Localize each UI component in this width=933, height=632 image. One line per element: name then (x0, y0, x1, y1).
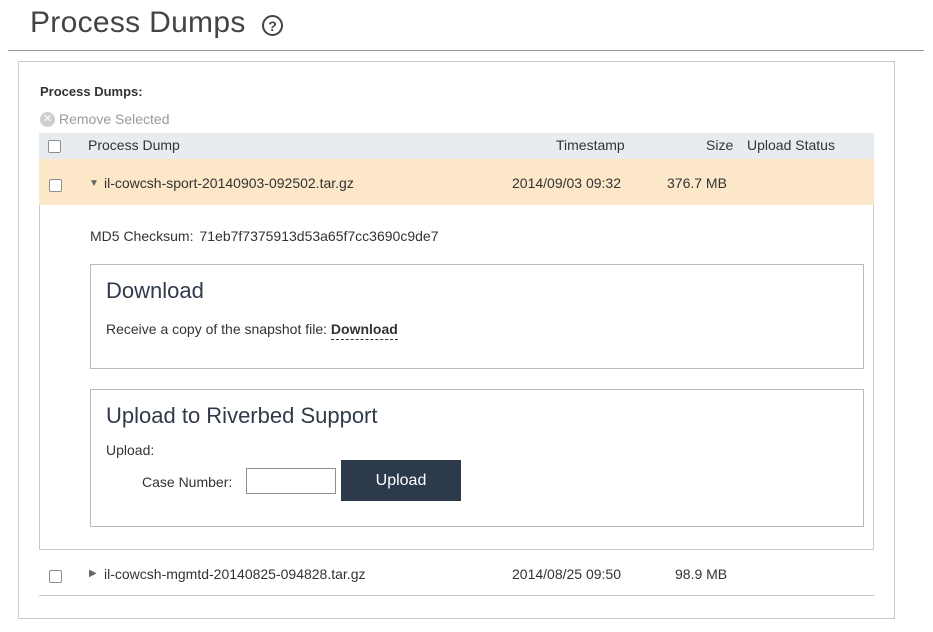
row-size: 376.7 MB (667, 175, 727, 191)
download-box: Download Receive a copy of the snapshot … (90, 264, 864, 369)
md5-checksum: MD5 Checksum: 71eb7f7375913d53a65f7cc3690… (90, 228, 438, 244)
process-dumps-panel: Process Dumps: ✕ Remove Selected Process… (18, 61, 895, 619)
row-size: 98.9 MB (675, 566, 728, 582)
row-name[interactable]: il-cowcsh-mgmtd-20140825-094828.tar.gz (104, 566, 365, 582)
download-title: Download (106, 278, 204, 303)
caret-right-icon[interactable]: ▶ (89, 568, 97, 579)
case-number-input[interactable] (246, 468, 336, 494)
remove-selected-label: Remove Selected (59, 111, 170, 127)
md5-value: 71eb7f7375913d53a65f7cc3690c9de7 (199, 228, 439, 244)
column-size[interactable]: Size (706, 137, 733, 153)
row-checkbox[interactable] (49, 179, 62, 192)
column-timestamp[interactable]: Timestamp (556, 137, 625, 153)
upload-label: Upload: (106, 442, 155, 458)
row-timestamp: 2014/09/03 09:32 (512, 175, 621, 191)
select-all-checkbox[interactable] (48, 140, 61, 153)
remove-icon: ✕ (40, 111, 55, 127)
case-number-label: Case Number: (142, 474, 233, 490)
row-timestamp: 2014/08/25 09:50 (512, 566, 621, 582)
download-link[interactable]: Download (330, 321, 398, 340)
caret-down-icon[interactable]: ▼ (89, 178, 99, 189)
page-header: Process Dumps ? (8, 0, 924, 51)
table-row[interactable]: ▼ il-cowcsh-sport-20140903-092502.tar.gz… (39, 159, 874, 205)
upload-box: Upload to Riverbed Support Upload: Case … (90, 389, 864, 527)
upload-title: Upload to Riverbed Support (106, 403, 378, 428)
download-description: Receive a copy of the snapshot file: (106, 321, 328, 337)
row-name[interactable]: il-cowcsh-sport-20140903-092502.tar.gz (104, 175, 354, 191)
remove-selected-button[interactable]: ✕ Remove Selected (40, 110, 170, 128)
table-header: Process Dump Timestamp Size Upload Statu… (39, 133, 874, 159)
section-label: Process Dumps: (40, 84, 143, 99)
row-details: MD5 Checksum: 71eb7f7375913d53a65f7cc3690… (39, 205, 874, 550)
column-process-dump[interactable]: Process Dump (88, 137, 180, 153)
help-icon[interactable]: ? (262, 15, 283, 36)
table-row[interactable]: ▶ il-cowcsh-mgmtd-20140825-094828.tar.gz… (39, 550, 874, 596)
row-checkbox[interactable] (49, 570, 62, 583)
page-title: Process Dumps (30, 6, 246, 39)
md5-label: MD5 Checksum: (90, 228, 194, 244)
download-text: Receive a copy of the snapshot file: Dow… (106, 321, 398, 340)
column-upload-status[interactable]: Upload Status (747, 137, 835, 153)
upload-button[interactable]: Upload (341, 460, 461, 501)
